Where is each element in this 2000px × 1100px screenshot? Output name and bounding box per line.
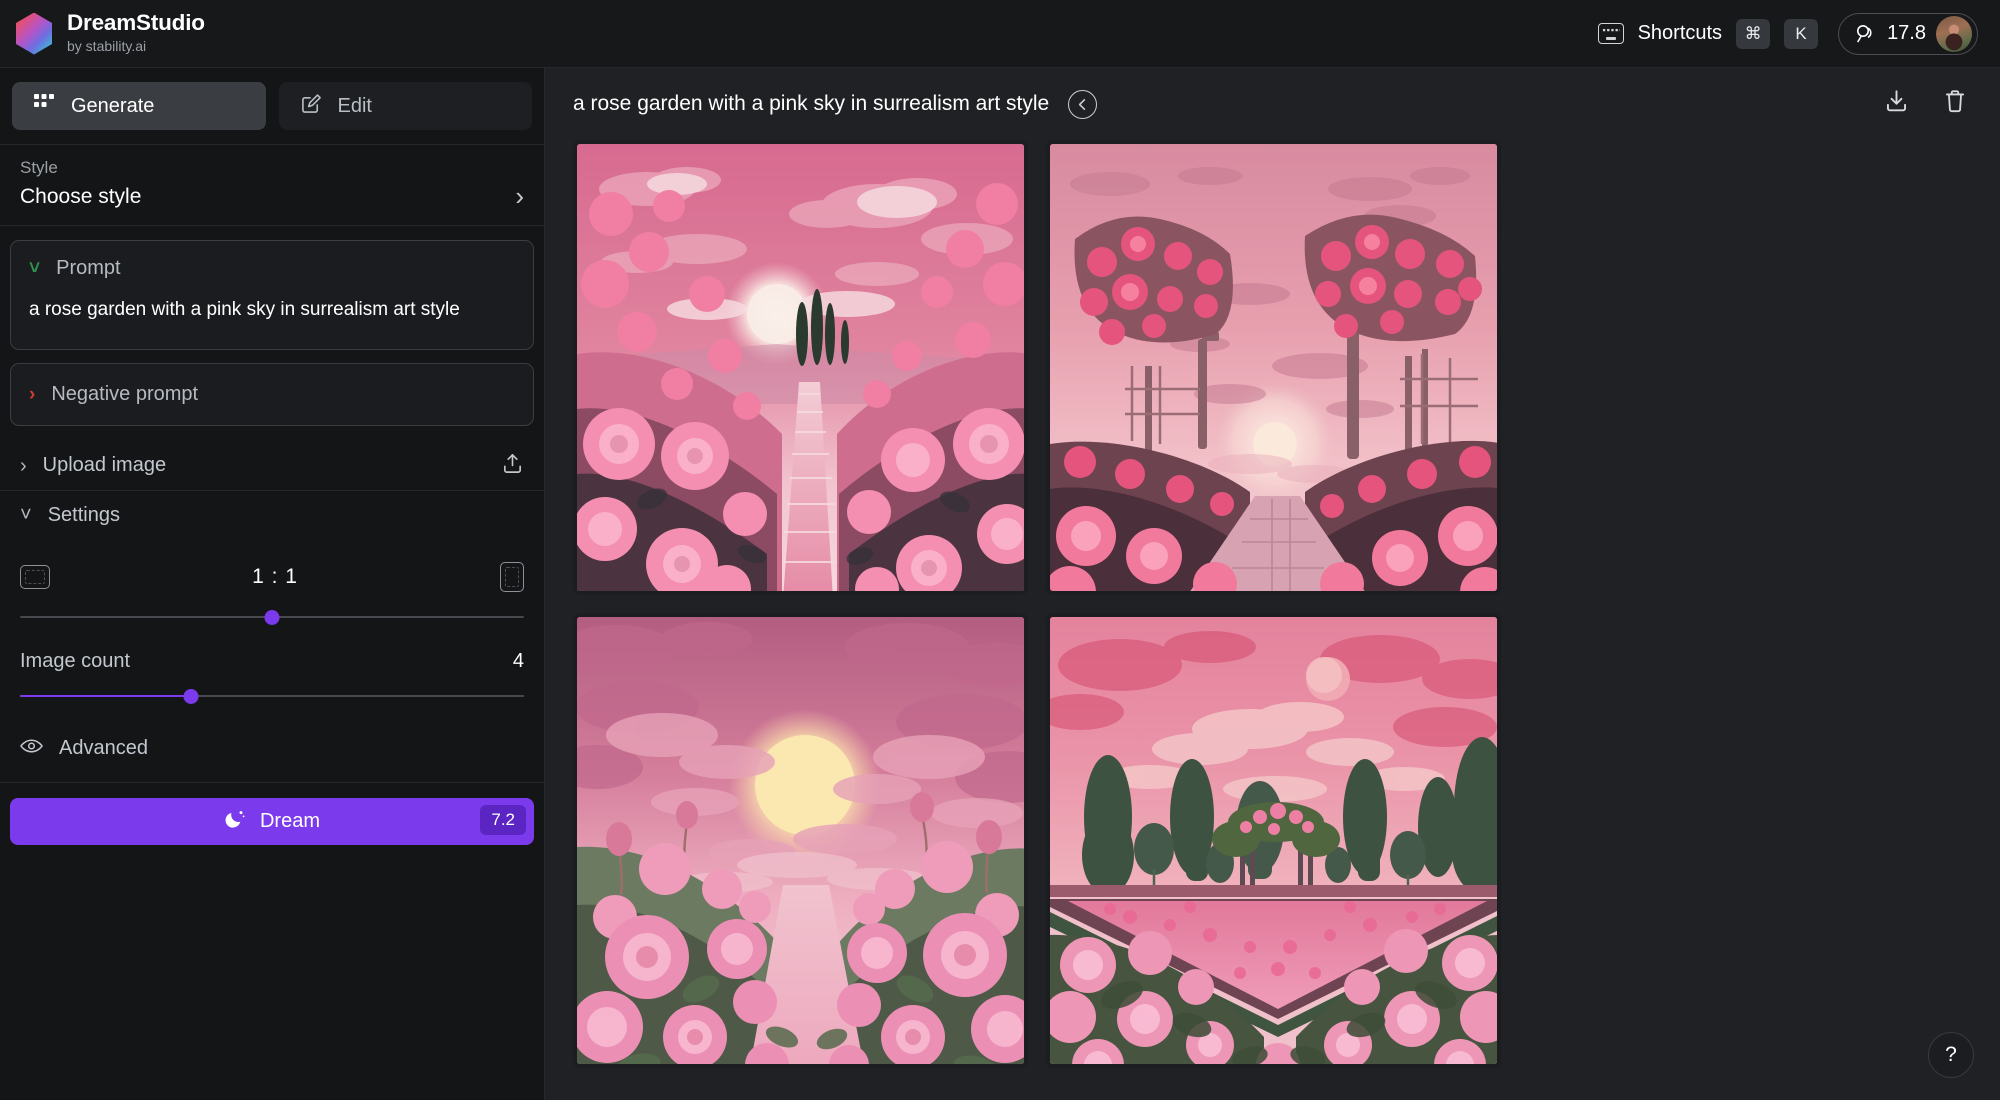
negative-prompt-card[interactable]: › Negative prompt (10, 362, 534, 426)
negative-prompt-section: › Negative prompt (0, 350, 544, 442)
download-icon[interactable] (1883, 88, 1910, 120)
result-image-4[interactable] (1046, 613, 1501, 1068)
negative-prompt-title: Negative prompt (51, 382, 199, 405)
sidebar: Generate Edit Style Choose style › ˅ Pro… (0, 68, 545, 1100)
image-count-value: 4 (512, 649, 524, 672)
grid-dots-icon (34, 94, 55, 118)
user-avatar[interactable] (1936, 15, 1972, 52)
shortcuts-control[interactable]: Shortcuts ⌘ K (1597, 18, 1819, 49)
tab-generate[interactable]: Generate (12, 82, 266, 130)
aspect-ratio-row: 1 : 1 (20, 560, 524, 594)
brand-name: DreamStudio (67, 10, 205, 36)
dream-button-label: Dream (259, 809, 320, 832)
chevron-down-icon[interactable]: ˅ (29, 259, 40, 278)
aspect-landscape-icon[interactable] (20, 564, 50, 589)
advanced-toggle[interactable]: Advanced (20, 737, 524, 760)
results-title: a rose garden with a pink sky in surreal… (573, 92, 1050, 115)
slider-fill (20, 694, 192, 697)
chevron-right-icon[interactable]: › (515, 183, 524, 209)
main-panel: a rose garden with a pink sky in surreal… (545, 68, 2000, 1100)
generated-art (1050, 617, 1497, 1064)
pencil-square-icon (301, 93, 322, 120)
aspect-portrait-icon[interactable] (500, 561, 524, 592)
dream-cost-badge: 7.2 (480, 804, 526, 835)
credits-value: 17.8 (1887, 22, 1926, 44)
keyboard-icon (1597, 23, 1624, 44)
prompt-input[interactable]: a rose garden with a pink sky in surreal… (29, 297, 515, 323)
mode-tabs: Generate Edit (0, 68, 544, 145)
question-mark-icon: ? (1945, 1043, 1957, 1066)
results-grid (545, 140, 2000, 1100)
slider-thumb[interactable] (264, 609, 280, 625)
result-image-2[interactable] (1046, 140, 1501, 595)
credits-pill[interactable]: 17.8 (1838, 12, 1978, 55)
help-button[interactable]: ? (1928, 1032, 1974, 1078)
upload-image-section[interactable]: › Upload image (0, 442, 544, 491)
key-letter[interactable]: K (1784, 18, 1819, 49)
trash-icon[interactable] (1942, 88, 1968, 120)
results-header: a rose garden with a pink sky in surreal… (545, 68, 2000, 140)
brand[interactable]: DreamStudio by stability.ai (14, 11, 205, 55)
top-bar: DreamStudio by stability.ai Shortcuts ⌘ … (0, 0, 2000, 68)
image-count-slider[interactable] (20, 685, 524, 707)
tab-edit-label: Edit (337, 94, 372, 117)
style-section[interactable]: Style Choose style › (0, 145, 544, 226)
sidebar-filler (0, 858, 544, 1100)
aspect-ratio-slider[interactable] (20, 606, 524, 628)
dream-button[interactable]: Dream 7.2 (10, 797, 534, 845)
chevron-right-icon[interactable]: › (29, 385, 35, 404)
upload-icon[interactable] (501, 452, 524, 480)
settings-section-header[interactable]: ˅ Settings (0, 491, 544, 540)
generated-art (1050, 144, 1497, 591)
image-count-label: Image count (20, 649, 131, 672)
dream-section: Dream 7.2 (0, 781, 544, 859)
tab-generate-label: Generate (71, 94, 155, 117)
hexagon-gradient-logo-icon (16, 12, 52, 55)
style-value: Choose style (20, 185, 142, 208)
generated-art (577, 617, 1024, 1064)
result-image-1[interactable] (573, 140, 1028, 595)
credits-coin-icon (1855, 24, 1877, 43)
shortcuts-label: Shortcuts (1637, 22, 1723, 44)
eye-icon (20, 738, 43, 759)
settings-title: Settings (47, 503, 120, 526)
aspect-ratio-value: 1 : 1 (252, 564, 298, 588)
tab-edit[interactable]: Edit (278, 82, 532, 130)
upload-image-title: Upload image (42, 454, 167, 477)
chevron-right-icon[interactable]: › (20, 456, 27, 476)
slider-thumb[interactable] (183, 688, 199, 704)
settings-body: 1 : 1 Image count 4 Advanced (0, 540, 544, 782)
moon-stars-icon (224, 808, 246, 835)
generated-art (577, 144, 1024, 591)
key-modifier[interactable]: ⌘ (1736, 18, 1771, 49)
result-image-3[interactable] (573, 613, 1028, 1068)
image-count-row: Image count 4 (20, 650, 524, 673)
advanced-label: Advanced (59, 736, 148, 759)
prompt-section: ˅ Prompt a rose garden with a pink sky i… (0, 226, 544, 350)
arrow-left-circle-icon[interactable] (1068, 89, 1098, 119)
prompt-title: Prompt (56, 257, 121, 279)
prompt-card[interactable]: ˅ Prompt a rose garden with a pink sky i… (10, 240, 534, 350)
style-label: Style (20, 158, 58, 177)
chevron-down-icon[interactable]: ˅ (20, 505, 32, 525)
brand-subtitle: by stability.ai (67, 37, 147, 54)
